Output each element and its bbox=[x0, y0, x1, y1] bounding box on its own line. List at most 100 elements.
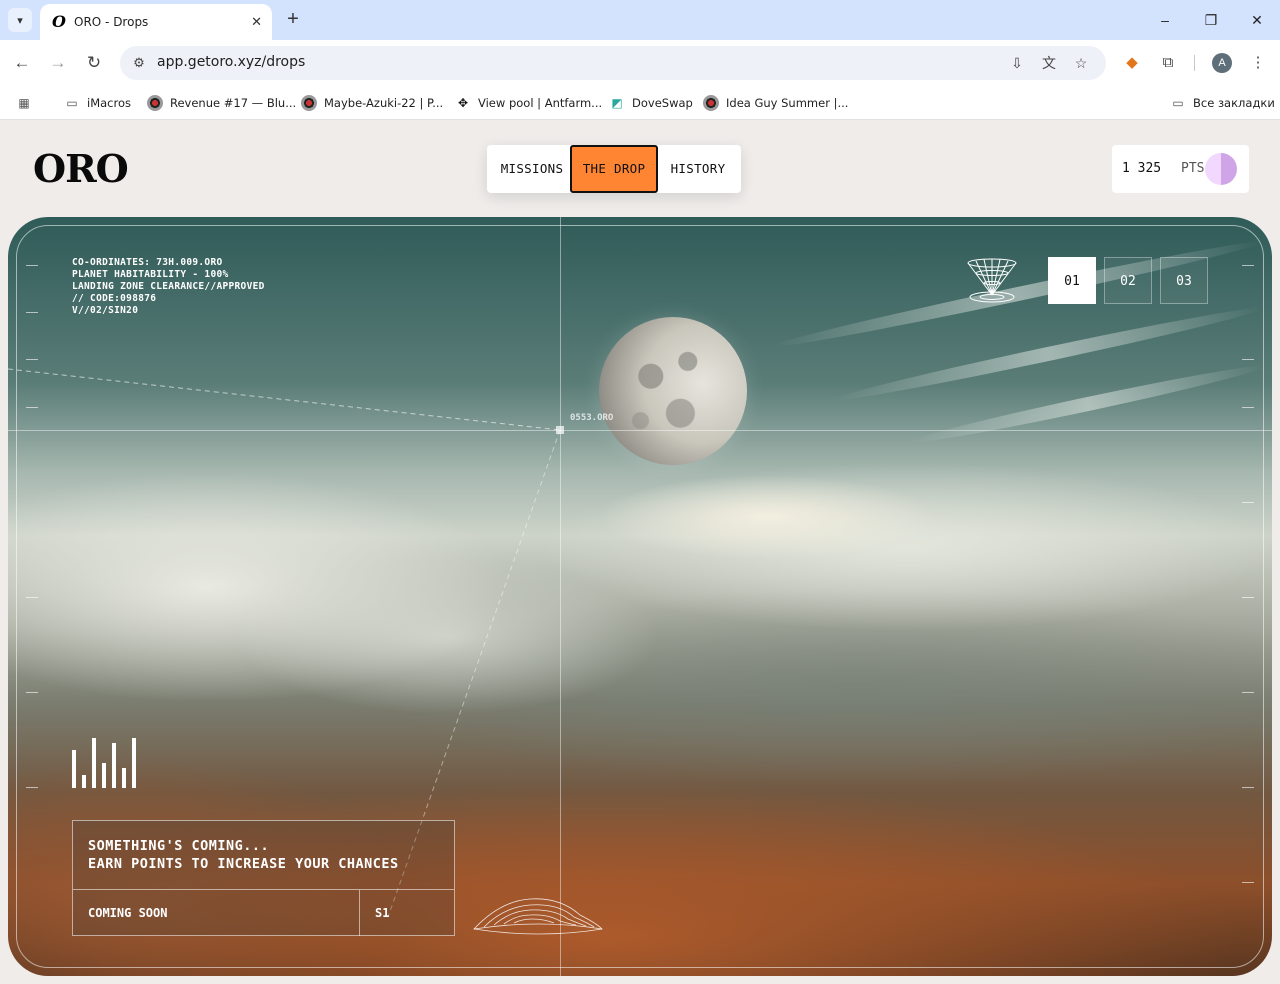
oro-favicon-icon: O bbox=[52, 12, 66, 31]
card-footer: COMING SOON S1 bbox=[73, 889, 454, 936]
browser-menu-icon[interactable]: ⋮ bbox=[1246, 51, 1270, 75]
doveswap-favicon-icon: ◩ bbox=[611, 96, 623, 110]
profile-avatar[interactable]: A bbox=[1212, 53, 1232, 73]
card-line-2: EARN POINTS TO INCREASE YOUR CHANCES bbox=[88, 856, 399, 872]
forward-button[interactable]: → bbox=[46, 51, 70, 75]
hero-banner: 0553.ORO CO-ORDINATES: 73H.009.ORO PLANE… bbox=[8, 217, 1272, 976]
close-tab-icon[interactable]: ✕ bbox=[251, 14, 262, 30]
bookmark-idea-guy[interactable]: Idea Guy Summer |... bbox=[703, 92, 848, 114]
bookmark-imacros[interactable]: ▭ iMacros bbox=[64, 92, 131, 114]
browser-toolbar: ← → ↻ ⚙ app.getoro.xyz/drops ⇩ 文 ☆ ◆ ⧉ A… bbox=[0, 40, 1280, 86]
season-label: S1 bbox=[375, 906, 390, 920]
hud-line: CO-ORDINATES: 73H.009.ORO bbox=[72, 257, 223, 268]
ruler-tick bbox=[1242, 359, 1254, 360]
all-bookmarks-folder[interactable]: ▭ Все закладки bbox=[1170, 92, 1275, 114]
eye-favicon-icon bbox=[147, 95, 163, 111]
slide-button-02[interactable]: 02 bbox=[1104, 257, 1152, 304]
points-value: 1 325 bbox=[1122, 161, 1162, 176]
points-badge[interactable]: 1 325 PTS bbox=[1112, 145, 1249, 193]
bookmark-label: Revenue #17 — Blu... bbox=[170, 96, 297, 110]
signal-bars-icon bbox=[72, 736, 142, 788]
user-avatar[interactable] bbox=[1205, 153, 1237, 185]
folder-icon: ▭ bbox=[66, 96, 78, 110]
ruler-tick bbox=[1242, 597, 1254, 598]
tab-the-drop[interactable]: THE DROP bbox=[570, 145, 658, 193]
ruler-tick bbox=[1242, 407, 1254, 408]
install-app-icon[interactable]: ⇩ bbox=[1007, 53, 1027, 73]
grid-icon: ▦ bbox=[18, 96, 30, 110]
minimize-window-button[interactable]: – bbox=[1154, 9, 1176, 31]
crosshair-horizontal bbox=[8, 430, 1272, 431]
ruler-tick bbox=[26, 787, 38, 788]
hud-line: // CODE:098876 bbox=[72, 293, 157, 304]
bookmark-label: Maybe-Azuki-22 | P... bbox=[324, 96, 444, 110]
hud-readout: CO-ORDINATES: 73H.009.ORO PLANET HABITAB… bbox=[72, 257, 265, 317]
terrain-wireframe-icon bbox=[473, 898, 603, 935]
ruler-tick bbox=[1242, 787, 1254, 788]
translate-icon[interactable]: 文 bbox=[1039, 53, 1059, 73]
toolbar-separator bbox=[1194, 55, 1195, 71]
crosshair-center bbox=[556, 426, 564, 434]
bookmark-revenue[interactable]: Revenue #17 — Blu... bbox=[147, 92, 296, 114]
ruler-tick bbox=[26, 265, 38, 266]
ruler-tick bbox=[1242, 692, 1254, 693]
bookmark-star-icon[interactable]: ☆ bbox=[1071, 53, 1091, 73]
signal-bar bbox=[112, 743, 116, 788]
signal-bar bbox=[132, 738, 136, 788]
bookmarks-bar: ▦ ▭ iMacros Revenue #17 — Blu... Maybe-A… bbox=[0, 86, 1280, 120]
tab-search-button[interactable]: ▾ bbox=[8, 8, 32, 32]
signal-bar bbox=[92, 738, 96, 788]
apps-grid-icon[interactable]: ▦ bbox=[16, 92, 39, 114]
crosshair-vertical bbox=[560, 217, 561, 976]
ruler-tick bbox=[26, 597, 38, 598]
ruler-tick bbox=[1242, 502, 1254, 503]
folder-icon: ▭ bbox=[1172, 96, 1184, 110]
bookmark-doveswap[interactable]: ◩ DoveSwap bbox=[609, 92, 693, 114]
bookmark-maybe-azuki[interactable]: Maybe-Azuki-22 | P... bbox=[301, 92, 443, 114]
new-tab-button[interactable]: + bbox=[282, 8, 304, 30]
metamask-extension-icon[interactable]: ◆ bbox=[1120, 51, 1144, 75]
funnel-wireframe-icon bbox=[967, 258, 1017, 303]
reload-button[interactable]: ↻ bbox=[82, 51, 106, 75]
tab-missions[interactable]: MISSIONS bbox=[491, 147, 573, 191]
signal-bar bbox=[102, 763, 106, 788]
card-message: SOMETHING'S COMING... EARN POINTS TO INC… bbox=[88, 837, 399, 873]
ruler-tick bbox=[1242, 882, 1254, 883]
url-text[interactable]: app.getoro.xyz/drops bbox=[157, 54, 305, 70]
points-unit: PTS bbox=[1181, 161, 1205, 176]
oro-logo[interactable]: ORO bbox=[33, 149, 129, 189]
signal-bar bbox=[72, 750, 76, 788]
hud-line: V//02/SIN20 bbox=[72, 305, 139, 316]
drop-status: COMING SOON bbox=[88, 906, 168, 920]
drop-info-card: SOMETHING'S COMING... EARN POINTS TO INC… bbox=[72, 820, 455, 936]
back-button[interactable]: ← bbox=[10, 51, 34, 75]
address-bar[interactable]: ⚙ app.getoro.xyz/drops ⇩ 文 ☆ bbox=[120, 46, 1106, 80]
ruler-tick bbox=[1242, 265, 1254, 266]
tab-strip: ▾ O ORO - Drops ✕ + – ❐ ✕ bbox=[0, 0, 1280, 40]
card-divider bbox=[359, 890, 360, 936]
bookmark-antfarm[interactable]: ✥ View pool | Antfarm... bbox=[455, 92, 602, 114]
bookmark-label: Idea Guy Summer |... bbox=[726, 96, 849, 110]
extensions-puzzle-icon[interactable]: ⧉ bbox=[1156, 51, 1180, 75]
tab-title: ORO - Drops bbox=[74, 15, 149, 29]
coordinate-label: 0553.ORO bbox=[570, 413, 614, 423]
all-bookmarks-label: Все закладки bbox=[1193, 96, 1275, 110]
signal-bar bbox=[122, 768, 126, 788]
browser-tab[interactable]: O ORO - Drops ✕ bbox=[40, 4, 272, 40]
card-line-1: SOMETHING'S COMING... bbox=[88, 838, 270, 854]
bookmark-label: DoveSwap bbox=[632, 96, 693, 110]
hud-line: LANDING ZONE CLEARANCE//APPROVED bbox=[72, 281, 265, 292]
close-window-button[interactable]: ✕ bbox=[1246, 9, 1268, 31]
ruler-tick bbox=[26, 692, 38, 693]
slide-button-03[interactable]: 03 bbox=[1160, 257, 1208, 304]
tab-history[interactable]: HISTORY bbox=[658, 147, 738, 191]
restore-window-button[interactable]: ❐ bbox=[1200, 9, 1222, 31]
ruler-tick bbox=[26, 359, 38, 360]
hud-line: PLANET HABITABILITY - 100% bbox=[72, 269, 229, 280]
eye-favicon-icon bbox=[703, 95, 719, 111]
site-info-icon[interactable]: ⚙ bbox=[130, 54, 148, 72]
main-nav: MISSIONS THE DROP HISTORY bbox=[487, 145, 741, 193]
eye-favicon-icon bbox=[301, 95, 317, 111]
bookmark-label: iMacros bbox=[87, 96, 131, 110]
slide-button-01[interactable]: 01 bbox=[1048, 257, 1096, 304]
